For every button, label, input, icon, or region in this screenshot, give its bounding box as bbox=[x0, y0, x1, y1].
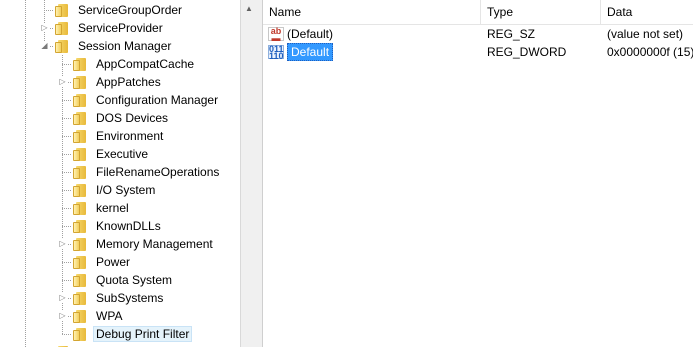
tree-item[interactable]: SubSystems bbox=[73, 289, 166, 307]
value-name-cell: 011 110 Default bbox=[263, 43, 481, 61]
tree-item[interactable]: Quota System bbox=[73, 271, 175, 289]
scroll-up-arrow-icon[interactable]: ▲ bbox=[241, 0, 257, 17]
tree-item-label: ServiceGroupOrder bbox=[78, 3, 183, 17]
tree-item-partial[interactable] bbox=[55, 343, 75, 347]
value-type: REG_SZ bbox=[487, 27, 536, 41]
tree-item-label: Configuration Manager bbox=[96, 93, 219, 107]
tree-item[interactable]: kernel bbox=[73, 199, 132, 217]
expand-arrow-right-icon[interactable]: ▷ bbox=[58, 77, 67, 86]
tree-item[interactable]: ServiceProvider bbox=[55, 19, 166, 37]
tree-item-label: kernel bbox=[96, 201, 129, 215]
value-row-default-string[interactable]: ab ▬ (Default) REG_SZ (value not set) bbox=[263, 25, 693, 43]
registry-values-list[interactable]: Name Type Data ab ▬ (Default) REG_SZ (val… bbox=[263, 0, 693, 347]
tree-item[interactable]: ServiceGroupOrder bbox=[55, 1, 185, 19]
folder-icon bbox=[73, 291, 89, 305]
tree-item[interactable]: KnownDLLs bbox=[73, 217, 164, 235]
tree-item-label: Session Manager bbox=[78, 39, 172, 53]
tree-item-label: AppPatches bbox=[96, 75, 161, 89]
dword-value-icon: 011 110 bbox=[268, 44, 284, 61]
tree-item[interactable]: Executive bbox=[73, 145, 151, 163]
folder-icon bbox=[73, 111, 89, 125]
tree-item-label: Environment bbox=[96, 129, 164, 143]
column-header-name[interactable]: Name bbox=[263, 0, 481, 24]
folder-icon bbox=[55, 39, 71, 53]
value-data: 0x0000000f (15) bbox=[607, 45, 693, 59]
expand-arrow-right-icon[interactable]: ▷ bbox=[58, 293, 67, 302]
tree-item[interactable]: Debug Print Filter bbox=[73, 325, 193, 343]
value-name-cell: ab ▬ (Default) bbox=[263, 27, 481, 41]
value-data: (value not set) bbox=[607, 27, 684, 41]
expand-arrow-right-icon[interactable]: ▷ bbox=[40, 23, 49, 32]
tree-item[interactable]: Environment bbox=[73, 127, 166, 145]
tree-item-label: KnownDLLs bbox=[96, 219, 161, 233]
tree-item-label: Executive bbox=[96, 147, 149, 161]
tree-vertical-scrollbar[interactable]: ▲ bbox=[240, 0, 257, 347]
folder-icon bbox=[73, 57, 89, 71]
expand-arrow-right-icon[interactable]: ▷ bbox=[58, 311, 67, 320]
folder-icon bbox=[73, 129, 89, 143]
folder-icon bbox=[55, 3, 71, 17]
tree-item-label: ServiceProvider bbox=[78, 21, 163, 35]
folder-icon bbox=[73, 255, 89, 269]
tree-item-label: DOS Devices bbox=[96, 111, 169, 125]
tree-item[interactable]: FileRenameOperations bbox=[73, 163, 222, 181]
folder-icon bbox=[73, 309, 89, 323]
tree-item[interactable]: WPA bbox=[73, 307, 125, 325]
folder-icon bbox=[73, 165, 89, 179]
value-name-rename-field[interactable]: Default bbox=[287, 43, 334, 61]
folder-icon bbox=[73, 201, 89, 215]
tree-item-label: AppCompatCache bbox=[96, 57, 195, 71]
column-header-type[interactable]: Type bbox=[481, 0, 601, 24]
folder-icon bbox=[73, 147, 89, 161]
tree-item-label: Power bbox=[96, 255, 131, 269]
registry-key-tree[interactable]: ServiceGroupOrder ▷ ServiceProvider ◢ Sessio… bbox=[0, 0, 240, 347]
value-row-default-dword[interactable]: 011 110 Default REG_DWORD 0x0000000f (15) bbox=[263, 43, 693, 61]
tree-item[interactable]: AppCompatCache bbox=[73, 55, 197, 73]
list-header: Name Type Data bbox=[263, 0, 693, 25]
folder-icon bbox=[73, 273, 89, 287]
tree-item-label: SubSystems bbox=[96, 291, 164, 305]
folder-icon bbox=[73, 327, 89, 341]
folder-icon bbox=[73, 237, 89, 251]
string-value-icon: ab ▬ bbox=[268, 27, 284, 41]
folder-icon bbox=[73, 75, 89, 89]
folder-icon bbox=[55, 21, 71, 35]
folder-icon bbox=[73, 93, 89, 107]
tree-item-label: I/O System bbox=[96, 183, 156, 197]
tree-item[interactable]: Memory Management bbox=[73, 235, 216, 253]
tree-item[interactable]: I/O System bbox=[73, 181, 158, 199]
tree-item-label: Memory Management bbox=[96, 237, 213, 251]
value-type: REG_DWORD bbox=[487, 45, 567, 59]
folder-icon bbox=[73, 183, 89, 197]
value-name: (Default) bbox=[287, 27, 334, 41]
expand-arrow-right-icon[interactable]: ▷ bbox=[58, 239, 67, 248]
tree-item-label: WPA bbox=[96, 309, 123, 323]
column-header-data[interactable]: Data bbox=[601, 0, 693, 24]
tree-item-label: FileRenameOperations bbox=[96, 165, 220, 179]
expand-arrow-down-icon[interactable]: ◢ bbox=[40, 41, 49, 50]
tree-item[interactable]: Session Manager bbox=[55, 37, 174, 55]
tree-item[interactable]: Configuration Manager bbox=[73, 91, 221, 109]
folder-icon bbox=[73, 219, 89, 233]
tree-item[interactable]: Power bbox=[73, 253, 133, 271]
tree-item-label: Quota System bbox=[96, 273, 173, 287]
tree-item[interactable]: DOS Devices bbox=[73, 109, 171, 127]
tree-item[interactable]: AppPatches bbox=[73, 73, 164, 91]
tree-item-label: Debug Print Filter bbox=[93, 326, 193, 342]
